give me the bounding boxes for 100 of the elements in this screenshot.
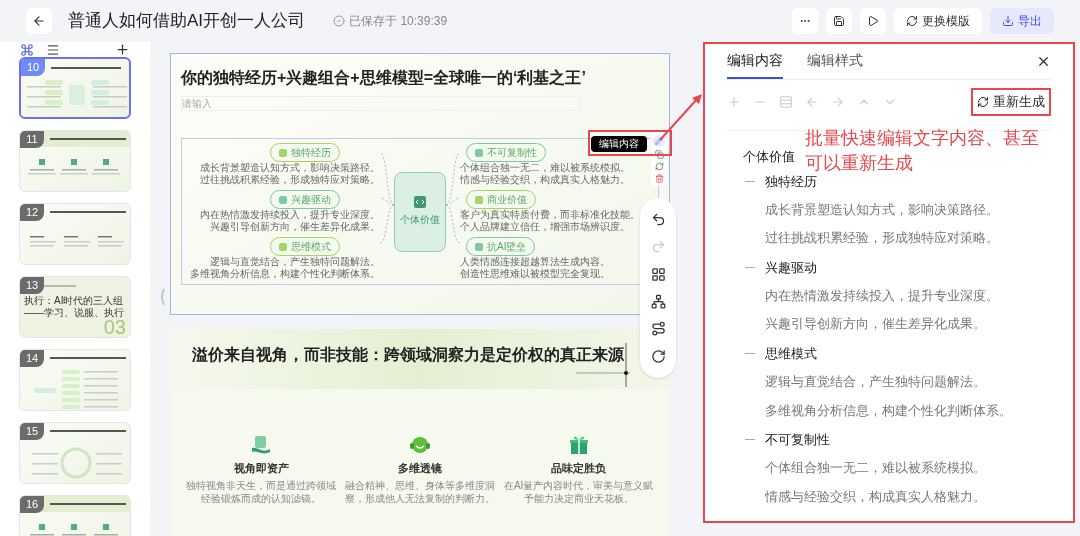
mindmap-center-node: 个体价值 (394, 171, 446, 252)
node-text: 情感与经验交织，构成真实人格魅力。 (460, 174, 630, 186)
feature-title: 多维透镜 (398, 461, 442, 476)
regenerate-button[interactable]: 重新生成 (971, 88, 1051, 116)
mindmap-node: 兴趣驱动 (270, 190, 340, 209)
node-text: 内在热情激发持续投入，提升专业深度。 (200, 209, 380, 221)
mindmap-node: 商业价值 (466, 190, 536, 209)
close-button[interactable] (1036, 54, 1051, 69)
slide-thumbnail[interactable]: 13 执行：AI时代的三人组 ——学习、说服、执行 03 (19, 276, 131, 338)
outline-subitem[interactable]: 个体组合独一无二，难以被系统模拟。 (765, 453, 1051, 483)
outline-item[interactable]: 兴趣驱动 (765, 257, 817, 278)
collapse-dash[interactable] (745, 180, 755, 182)
collapse-dash[interactable] (745, 352, 755, 354)
node-icon (279, 242, 287, 251)
outline-subitem[interactable]: 内在热情激发持续投入，提升专业深度。 (765, 281, 1051, 311)
outline-subitem[interactable]: 逻辑与直觉结合，产生独特问题解法。 (765, 367, 1051, 397)
mindmap-node: 不可复制性 (466, 143, 546, 162)
collapse-dash[interactable] (745, 439, 755, 441)
node-icon (475, 195, 483, 204)
refresh-icon (977, 96, 989, 108)
play-icon (867, 15, 879, 27)
refresh-button[interactable] (650, 348, 666, 364)
saved-icon (333, 15, 346, 27)
gift-icon (567, 434, 590, 456)
arrow-left-icon (805, 95, 819, 109)
outline-subitem[interactable]: 情感与经验交织，构成真实人格魅力。 (765, 482, 1051, 512)
slide-thumbnail[interactable]: 12 (19, 203, 131, 265)
plus-icon (727, 95, 741, 109)
slide-number: 15 (20, 423, 44, 440)
edit-content-tooltip: 编辑内容 (591, 136, 647, 152)
slide-number: 10 (21, 59, 45, 76)
slide-number: 14 (20, 350, 44, 367)
slide-number: 11 (20, 131, 44, 148)
slide-thumbnail[interactable]: 10 (19, 57, 131, 119)
list-view-icon[interactable] (46, 42, 60, 57)
thumbnail-text: ——学习、说服、执行 (24, 307, 124, 319)
node-icon (279, 195, 287, 204)
play-button[interactable] (860, 8, 886, 34)
hierarchy-button[interactable] (650, 294, 666, 310)
slide-thumbnail[interactable]: 14 (19, 349, 131, 411)
slide-thumbnail[interactable]: 16 (19, 495, 131, 536)
feature-text: 融合精神、思维、身体等多维度洞察，形成他人无法复制的判断力。 (345, 478, 495, 505)
slide-title: 溢价来自视角，而非技能：跨领域洞察力是定价权的真正来源 (192, 346, 624, 363)
node-text: 成长背景塑造认知方式，影响决策路径。 (200, 162, 380, 174)
slide-number: 12 (20, 204, 44, 221)
grid-view-icon[interactable] (20, 42, 34, 57)
outline-subitem[interactable]: 兴趣引导创新方向，催生差异化成果。 (765, 310, 1051, 340)
node-icon (475, 242, 483, 251)
node-text: 逻辑与直觉结合，产生独特问题解法。 (210, 256, 380, 268)
mindmap-node: 独特经历 (270, 143, 340, 162)
node-icon (475, 148, 483, 157)
arrow-right-icon (831, 95, 845, 109)
outline-item[interactable]: 不可复制性 (765, 429, 830, 450)
slide-thumbnail[interactable]: 15 (19, 422, 131, 484)
subtitle-field[interactable]: 请输入 (181, 96, 581, 111)
outline-subitem[interactable]: 过往挑战积累经验，形成独特应对策略。 (765, 224, 1051, 254)
download-icon (1002, 15, 1014, 27)
grid-button[interactable] (650, 266, 666, 282)
node-text: 过往挑战积累经验，形成独特应对策略。 (200, 174, 380, 186)
refresh-icon (906, 15, 918, 27)
collapse-dash[interactable] (745, 266, 755, 268)
mindmap-node: 抗AI壁垒 (466, 237, 536, 256)
node-text: 客户为真实特质付费，而非标准化技能。 (460, 209, 640, 221)
connector-button[interactable] (650, 321, 666, 337)
editor-tab[interactable]: 编辑内容 (727, 44, 783, 79)
add-slide-icon[interactable] (115, 42, 130, 57)
slide-number: 13 (20, 277, 44, 294)
document-title: 普通人如何借助AI开创一人公司 (68, 10, 306, 33)
copy-button[interactable] (654, 150, 664, 159)
editor-tab[interactable]: 编辑样式 (807, 44, 863, 79)
outline-subitem[interactable]: 多维视角分析信息，构建个性化判断体系。 (765, 396, 1051, 426)
export-button[interactable]: 导出 (990, 8, 1054, 34)
slide-number: 16 (20, 496, 44, 513)
slide-title: 你的独特经历+兴趣组合+思维模型=全球唯一的‘利基之王’ (181, 68, 587, 88)
save-button[interactable] (826, 8, 852, 34)
template-button[interactable]: 更换模版 (894, 8, 982, 34)
saved-status: 已保存于 10:39:39 (349, 13, 448, 30)
back-button[interactable] (26, 8, 52, 34)
feature-text: 独特视角非天生，而是通过跨领域经验锻炼而成的认知滤镜。 (186, 478, 337, 505)
feature-title: 视角即资产 (233, 461, 289, 476)
node-text: 兴趣引导创新方向，催生差异化成果。 (210, 221, 380, 233)
rows-icon (779, 95, 793, 109)
mindmap-node: 思维模式 (270, 237, 340, 256)
node-text: 创造性思维难以被模型完全复现。 (460, 268, 610, 280)
hand-icon (250, 434, 273, 456)
save-icon (833, 15, 845, 27)
node-text: 人类情感连接超越算法生成内容。 (460, 256, 610, 268)
delete-button[interactable] (654, 174, 664, 183)
outline-item[interactable]: 思维模式 (765, 343, 817, 364)
outline-subitem[interactable]: 成长背景塑造认知方式，影响决策路径。 (765, 195, 1051, 225)
code-icon (414, 196, 426, 208)
node-text: 多维视角分析信息，构建个性化判断体系。 (190, 268, 380, 280)
undo-button[interactable] (650, 212, 666, 228)
node-text: 个人品牌建立信任，增强市场辨识度。 (460, 221, 630, 233)
outline-root[interactable]: 个体价值 (743, 147, 795, 167)
slide-thumbnail[interactable]: 11 (19, 130, 131, 192)
feature-text: 在AI量产内容时代，审美与意义赋予能力决定商业天花板。 (503, 478, 654, 505)
section-number: 03 (103, 317, 126, 337)
node-text: 个体组合独一无二，难以被系统模拟。 (460, 162, 630, 174)
collapse-handle[interactable] (159, 288, 165, 306)
